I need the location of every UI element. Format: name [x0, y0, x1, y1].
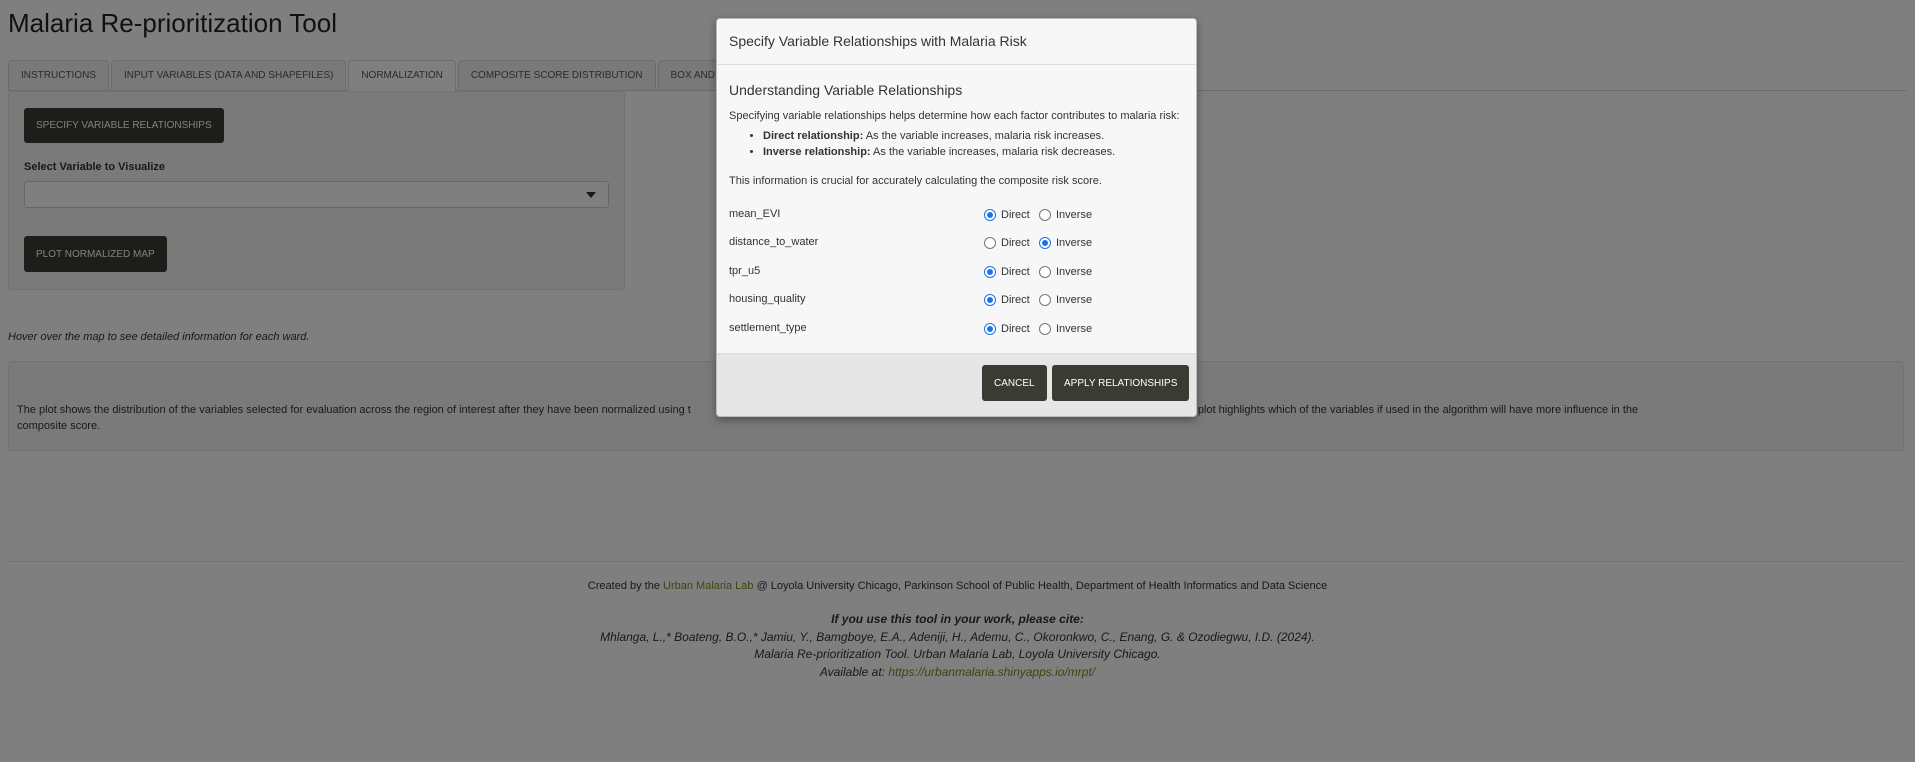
modal-intro: Specifying variable relationships helps …: [729, 110, 1180, 122]
radio-icon[interactable]: [1039, 209, 1051, 221]
radio-direct-settlement-type[interactable]: Direct: [984, 320, 1030, 338]
variable-name: distance_to_water: [729, 236, 819, 248]
radio-direct-housing-quality[interactable]: Direct: [984, 291, 1030, 309]
relationship-definitions: Direct relationship: As the variable inc…: [743, 128, 1115, 160]
variable-name: tpr_u5: [729, 265, 761, 277]
definition-direct: Direct relationship: As the variable inc…: [763, 128, 1115, 144]
radio-direct-mean-evi[interactable]: Direct: [984, 206, 1030, 224]
modal-title: Specify Variable Relationships with Mala…: [729, 33, 1027, 49]
modal-note: This information is crucial for accurate…: [729, 175, 1102, 187]
variable-name: settlement_type: [729, 322, 807, 334]
radio-direct-distance-to-water[interactable]: Direct: [984, 234, 1030, 252]
radio-icon[interactable]: [984, 266, 996, 278]
variable-row-distance-to-water: distance_to_water Direct Inverse: [729, 234, 1184, 252]
radio-icon[interactable]: [984, 237, 996, 249]
modal-header: Specify Variable Relationships with Mala…: [717, 19, 1196, 65]
radio-inverse-housing-quality[interactable]: Inverse: [1039, 291, 1092, 309]
variable-name: housing_quality: [729, 293, 806, 305]
variable-relationships-modal: Specify Variable Relationships with Mala…: [716, 18, 1197, 417]
radio-icon[interactable]: [984, 294, 996, 306]
radio-icon[interactable]: [984, 323, 996, 335]
cancel-button[interactable]: CANCEL: [982, 365, 1047, 401]
radio-inverse-distance-to-water[interactable]: Inverse: [1039, 234, 1092, 252]
modal-body: Understanding Variable Relationships Spe…: [717, 65, 1196, 351]
radio-icon[interactable]: [1039, 294, 1051, 306]
radio-icon[interactable]: [1039, 237, 1051, 249]
variable-row-mean-evi: mean_EVI Direct Inverse: [729, 206, 1184, 224]
radio-inverse-mean-evi[interactable]: Inverse: [1039, 206, 1092, 224]
modal-footer: CANCEL APPLY RELATIONSHIPS: [717, 353, 1196, 416]
apply-relationships-button[interactable]: APPLY RELATIONSHIPS: [1052, 365, 1190, 401]
variable-row-tpr-u5: tpr_u5 Direct Inverse: [729, 263, 1184, 281]
definition-inverse: Inverse relationship: As the variable in…: [763, 144, 1115, 160]
radio-icon[interactable]: [1039, 323, 1051, 335]
variable-row-housing-quality: housing_quality Direct Inverse: [729, 291, 1184, 309]
radio-icon[interactable]: [984, 209, 996, 221]
radio-direct-tpr-u5[interactable]: Direct: [984, 263, 1030, 281]
modal-heading: Understanding Variable Relationships: [729, 82, 963, 98]
radio-inverse-tpr-u5[interactable]: Inverse: [1039, 263, 1092, 281]
radio-inverse-settlement-type[interactable]: Inverse: [1039, 320, 1092, 338]
radio-icon[interactable]: [1039, 266, 1051, 278]
variable-name: mean_EVI: [729, 208, 781, 220]
variable-row-settlement-type: settlement_type Direct Inverse: [729, 320, 1184, 338]
